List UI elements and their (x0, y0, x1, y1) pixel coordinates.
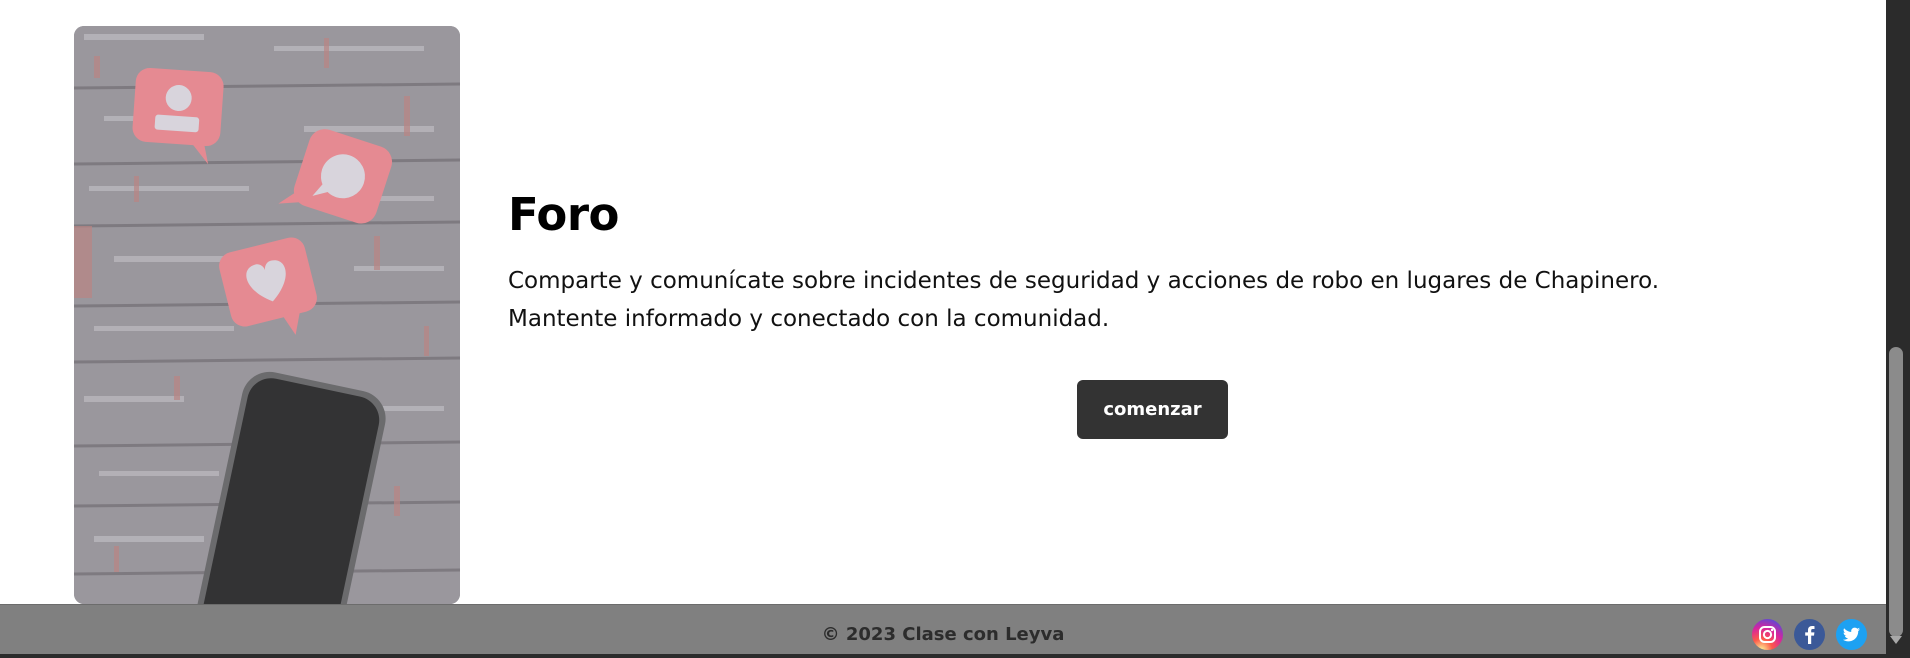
scrollbar-thumb[interactable] (1889, 347, 1903, 637)
copyright-text: © 2023 Clase con Leyva (821, 624, 1065, 645)
vertical-scrollbar[interactable] (1886, 0, 1910, 658)
forum-photo (74, 26, 460, 604)
instagram-icon[interactable] (1752, 619, 1783, 650)
section-description: Comparte y comunícate sobre incidentes d… (508, 268, 1660, 332)
footer: © 2023 Clase con Leyva (0, 604, 1886, 658)
start-button[interactable]: comenzar (1077, 380, 1228, 439)
page: Foro Comparte y comunícate sobre inciden… (0, 0, 1910, 658)
section-title: Foro (508, 188, 619, 241)
scroll-down-arrow-icon[interactable] (1890, 636, 1902, 644)
main-content: Foro Comparte y comunícate sobre inciden… (0, 0, 1886, 604)
window-bottom-edge (0, 654, 1886, 658)
facebook-icon[interactable] (1794, 619, 1825, 650)
twitter-icon[interactable] (1836, 619, 1867, 650)
forum-text-block: Foro Comparte y comunícate sobre inciden… (508, 188, 1788, 338)
